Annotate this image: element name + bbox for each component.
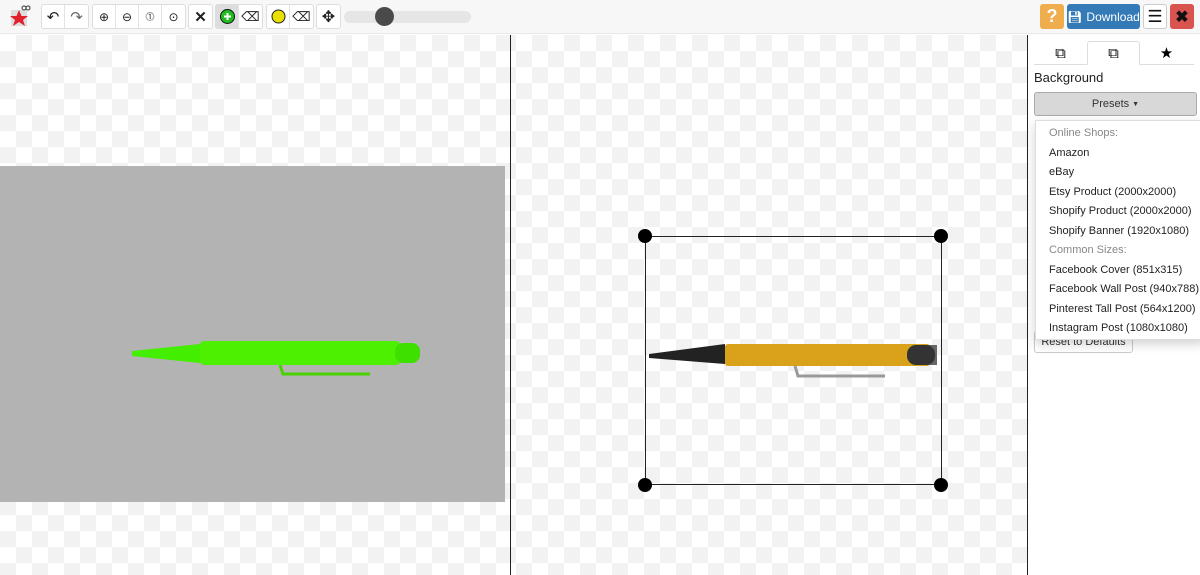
history-group: ↶ ↷ <box>41 4 89 29</box>
hair-group: ⌫ <box>266 4 314 29</box>
toolbar: ↶ ↷ ⊕ ⊖ ⓵ ⊙ ✕ ⌫ ⌫ ✥ ? 💾︎ Download ☰ ✖ <box>0 0 1200 34</box>
download-button[interactable]: 💾︎ Download <box>1067 4 1140 29</box>
eraser-icon: ⌫ <box>241 8 260 24</box>
brush-group: ⌫ <box>215 4 263 29</box>
caret-down-icon: ▼ <box>1132 100 1140 108</box>
panel-tabs: ⧉ ⧉ ★ <box>1034 41 1194 65</box>
zoom-out-button[interactable]: ⊖ <box>116 5 139 28</box>
tab-favorites[interactable]: ★ <box>1140 41 1193 65</box>
dropdown-item[interactable]: Amazon <box>1036 144 1200 164</box>
hair-brush-button[interactable] <box>267 5 290 28</box>
tab-background[interactable]: ⧉ <box>1087 41 1140 65</box>
dropdown-item[interactable]: Pinterest Tall Post (564x1200) <box>1036 300 1200 320</box>
slider-knob[interactable] <box>375 7 394 26</box>
brush-size-slider[interactable] <box>344 7 471 26</box>
star-icon: ★ <box>1159 45 1174 62</box>
zoom-out-icon: ⊖ <box>121 9 133 24</box>
zoom-actual-button[interactable]: ⓵ <box>139 5 162 28</box>
zoom-fit-button[interactable]: ⊙ <box>162 5 185 28</box>
crop-handle-bottom-right[interactable] <box>934 478 948 492</box>
erase-brush-button[interactable]: ⌫ <box>239 5 262 28</box>
dropdown-item[interactable]: Instagram Post (1080x1080) <box>1036 319 1200 339</box>
yellow-circle-icon <box>271 9 285 24</box>
green-plus-icon <box>219 9 235 24</box>
tab-layers[interactable]: ⧉ <box>1034 41 1087 65</box>
dropdown-header: Common Sizes: <box>1049 244 1127 256</box>
pan-group: ✥ <box>316 4 341 29</box>
save-icon: 💾︎ <box>1067 9 1083 24</box>
hair-eraser-button[interactable]: ⌫ <box>290 5 313 28</box>
section-title: Background <box>1034 70 1104 85</box>
crop-handle-top-right[interactable] <box>934 229 948 243</box>
dropdown-item[interactable]: Shopify Product (2000x2000) <box>1036 202 1200 222</box>
zoom-actual-icon: ⓵ <box>145 12 155 22</box>
dropdown-header: Online Shops: <box>1049 127 1119 139</box>
redo-button[interactable]: ↷ <box>65 5 88 28</box>
x-icon: ✕ <box>194 8 207 26</box>
close-button[interactable]: ✖ <box>1170 4 1194 29</box>
close-icon: ✖ <box>1175 8 1189 26</box>
zoom-fit-icon: ⊙ <box>168 9 179 24</box>
help-button[interactable]: ? <box>1040 4 1064 29</box>
copy-icon: ⧉ <box>1108 44 1119 62</box>
zoom-in-icon: ⊕ <box>98 9 110 24</box>
presets-button[interactable]: Presets ▼ <box>1034 92 1197 116</box>
pan-button[interactable]: ✥ <box>317 5 340 28</box>
app-logo-icon <box>10 5 31 26</box>
zoom-group: ⊕ ⊖ ⓵ ⊙ <box>92 4 186 29</box>
menu-button[interactable]: ☰ <box>1143 4 1167 29</box>
undo-button[interactable]: ↶ <box>42 5 65 28</box>
clear-group: ✕ <box>188 4 213 29</box>
move-icon: ✥ <box>321 8 336 26</box>
original-image <box>0 166 505 502</box>
result-image <box>649 344 937 378</box>
dropdown-item[interactable]: eBay <box>1036 163 1200 183</box>
dropdown-item[interactable]: Etsy Product (2000x2000) <box>1036 183 1200 203</box>
dropdown-item[interactable]: Facebook Cover (851x315) <box>1036 261 1200 281</box>
dropdown-item[interactable]: Shopify Banner (1920x1080) <box>1036 222 1200 242</box>
clear-button[interactable]: ✕ <box>189 5 212 28</box>
crop-handle-top-left[interactable] <box>638 229 652 243</box>
eraser-icon: ⌫ <box>292 8 311 24</box>
dropdown-item[interactable]: Facebook Wall Post (940x788) <box>1036 280 1200 300</box>
crop-handle-bottom-left[interactable] <box>638 478 652 492</box>
zoom-in-button[interactable]: ⊕ <box>93 5 116 28</box>
keep-brush-button[interactable] <box>216 5 239 28</box>
presets-dropdown: Online Shops: Amazon eBay Etsy Product (200… <box>1035 120 1200 340</box>
hamburger-icon: ☰ <box>1147 6 1163 26</box>
presets-label: Presets <box>1091 98 1130 110</box>
download-label: Download <box>1086 9 1140 24</box>
layers-icon: ⧉ <box>1055 44 1066 62</box>
